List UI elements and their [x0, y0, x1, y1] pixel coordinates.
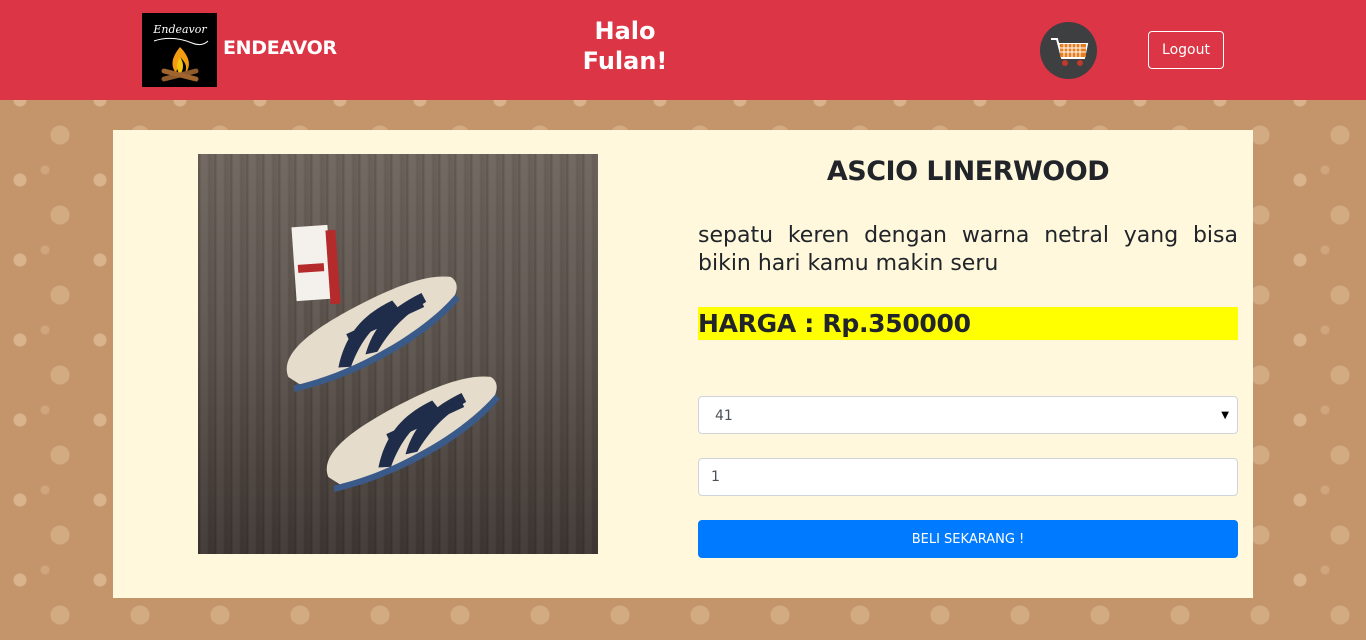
brand-name[interactable]: ENDEAVOR: [223, 37, 337, 59]
brand-logo[interactable]: Endeavor: [142, 13, 217, 87]
product-title: ASCIO LINERWOOD: [826, 156, 1110, 187]
product-card: ASCIO LINERWOOD sepatu keren dengan warn…: [113, 130, 1253, 598]
quantity-input[interactable]: [698, 458, 1238, 496]
size-select-value: 41: [715, 408, 733, 424]
product-description: sepatu keren dengan warna netral yang bi…: [698, 223, 1238, 276]
size-select[interactable]: 41 ▼: [698, 396, 1238, 434]
campfire-icon: [153, 37, 209, 82]
navbar: Endeavor ENDEAVOR Halo Fulan! Logout: [0, 0, 1366, 100]
cart-button[interactable]: [1040, 22, 1097, 79]
product-image: [198, 154, 598, 554]
chevron-down-icon: ▼: [1221, 410, 1229, 421]
shopping-cart-icon: [1051, 38, 1089, 66]
price-label: HARGA : Rp.350000: [698, 307, 1238, 340]
shoes-illustration: [286, 224, 500, 492]
logout-button[interactable]: Logout: [1148, 31, 1224, 69]
buy-now-button[interactable]: BELI SEKARANG !: [698, 520, 1238, 558]
greeting-text: Halo Fulan!: [582, 17, 668, 75]
